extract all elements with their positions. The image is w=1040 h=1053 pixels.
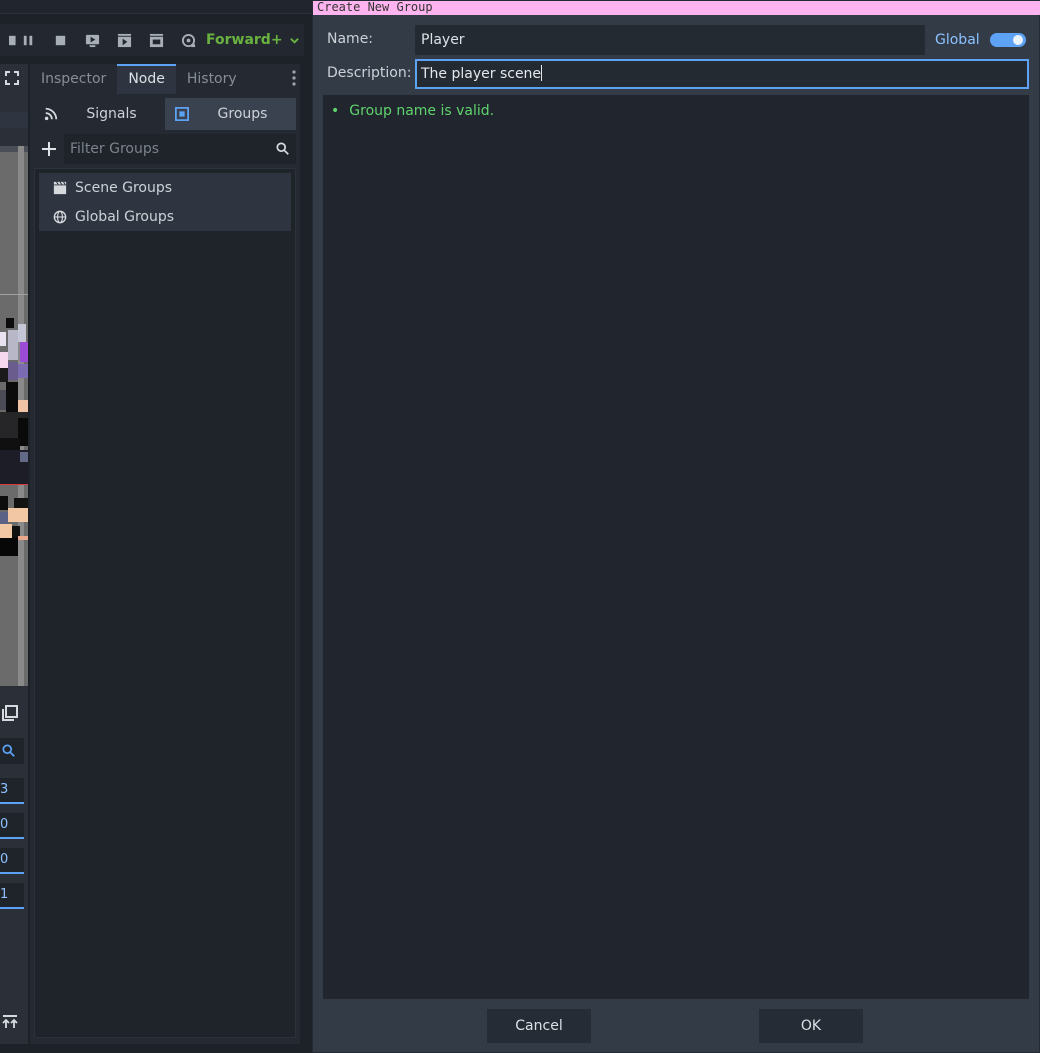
groups-icon [175,107,189,121]
remote-debug-icon [85,34,99,47]
filter-row: Filter Groups [34,134,296,164]
node-subtabs: Signals Groups [34,98,296,130]
validation-panel: • Group name is valid. [323,95,1029,999]
clapper-play-icon [117,33,131,47]
global-groups-header[interactable]: Global Groups [39,202,291,231]
stop-button[interactable] [44,24,76,56]
global-label: Global [935,32,980,48]
validation-text: Group name is valid. [349,103,495,119]
subtab-groups-label: Groups [217,106,268,122]
global-toggle[interactable]: Global [935,25,1026,55]
pause-button[interactable] [12,24,44,56]
node-dock: Inspector Node History Signals Groups Fi… [30,64,300,1044]
text-caret [541,65,543,81]
subtab-signals-label: Signals [86,106,137,122]
viewport-field-2[interactable]: 0 [0,813,24,839]
tab-node[interactable]: Node [117,64,176,94]
duplicate-icon[interactable] [0,700,28,726]
movie-maker-button[interactable] [172,24,204,56]
dock-tabs: Inspector Node History [30,64,300,94]
play-custom-scene-button[interactable] [140,24,172,56]
signal-icon [44,107,58,121]
tab-history[interactable]: History [176,64,248,94]
viewport-field-1[interactable]: 3 [0,778,24,804]
kebab-menu-icon[interactable] [292,70,296,90]
viewport-ruler [0,112,28,128]
scene-groups-label: Scene Groups [75,179,173,196]
run-toolbar: Forward+ [0,24,304,56]
create-group-dialog: Create New Group Name: Player Global Des… [312,0,1040,1053]
dialog-title: Create New Group [313,1,1040,15]
fullscreen-icon[interactable] [4,70,20,86]
sprite-preview [0,146,28,686]
viewport-field-3[interactable]: 0 [0,848,24,874]
global-switch[interactable] [989,33,1026,47]
global-groups-label: Global Groups [75,208,175,225]
subtab-signals[interactable]: Signals [34,98,165,130]
remote-debug-button[interactable] [76,24,108,56]
tab-inspector[interactable]: Inspector [30,64,117,94]
description-value: The player scene [421,66,542,82]
plus-icon [42,142,56,156]
viewport-field-4[interactable]: 1 [0,883,24,909]
renderer-dropdown[interactable]: Forward+ [206,32,300,48]
scene-groups-header[interactable]: Scene Groups [39,173,291,202]
search-icon [276,142,289,155]
viewport-search-icon[interactable] [0,738,24,764]
description-field[interactable]: The player scene [415,59,1029,89]
bullet: • [331,103,340,119]
movie-reel-icon [181,33,195,47]
chevron-down-icon [289,37,299,44]
cancel-button[interactable]: Cancel [487,1009,591,1043]
group-tree: Scene Groups Global Groups [34,168,296,1038]
title-strip [0,0,312,14]
ok-button[interactable]: OK [759,1009,863,1043]
filter-placeholder: Filter Groups [70,141,160,157]
subtab-groups[interactable]: Groups [165,98,296,130]
play-scene-button[interactable] [108,24,140,56]
pause-icon [23,35,32,45]
description-label: Description: [327,65,412,81]
add-group-button[interactable] [34,134,64,164]
filter-groups-input[interactable]: Filter Groups [64,134,296,164]
validation-message: • Group name is valid. [331,103,494,119]
name-field[interactable]: Player [415,25,925,55]
clapperboard-icon [53,181,67,194]
globe-icon [53,210,67,223]
clapper-icon [149,33,163,47]
move-to-top-icon[interactable] [0,1012,24,1032]
name-label: Name: [327,31,374,47]
stop-icon [55,35,65,45]
renderer-label: Forward+ [206,32,283,48]
editor-window: Forward+ 3 0 0 1 Inspector Node History … [0,0,1040,1053]
